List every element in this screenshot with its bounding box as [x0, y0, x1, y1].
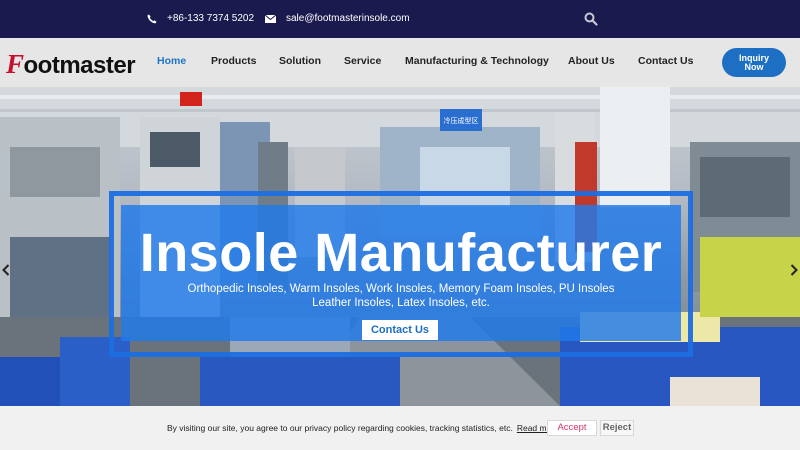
phone-number: +86-133 7374 5202 [167, 13, 255, 24]
cookie-consent-bar: By visiting our site, you agree to our p… [0, 406, 800, 450]
reject-cookies-button[interactable]: Reject [600, 420, 634, 436]
search-icon[interactable] [584, 12, 598, 26]
hero-subtitle-line2: Leather Insoles, Latex Insoles, etc. [312, 297, 490, 309]
chevron-right-icon[interactable] [790, 263, 798, 279]
nav-menu: Home Products Solution Service Manufactu… [0, 55, 800, 71]
envelope-icon [265, 14, 276, 23]
nav-item-products[interactable]: Products [211, 55, 257, 67]
phone-icon [147, 14, 157, 23]
chevron-left-icon[interactable] [2, 263, 10, 279]
hero-subtitle: Orthopedic Insoles, Warm Insoles, Work I… [121, 282, 681, 310]
email-contact[interactable]: sale@footmasterinsole.com [265, 13, 410, 24]
nav-item-solution[interactable]: Solution [279, 55, 321, 67]
nav-item-about-us[interactable]: About Us [568, 55, 615, 67]
top-contact-bar: +86-133 7374 5202 sale@footmasterinsole.… [0, 0, 800, 38]
nav-item-manufacturing-technology[interactable]: Manufacturing & Technology [405, 55, 549, 67]
nav-item-service[interactable]: Service [344, 55, 381, 67]
nav-item-contact-us[interactable]: Contact Us [638, 55, 693, 67]
accept-cookies-button[interactable]: Accept [547, 420, 597, 436]
hero-contact-us-button[interactable]: Contact Us [362, 320, 438, 340]
inquiry-label-line2: Now [744, 62, 764, 72]
factory-sign-text: 冷压成型区 [444, 116, 479, 125]
phone-contact[interactable]: +86-133 7374 5202 [147, 13, 254, 24]
nav-item-home[interactable]: Home [157, 55, 186, 67]
hero-subtitle-line1: Orthopedic Insoles, Warm Insoles, Work I… [187, 283, 615, 295]
inquiry-now-button[interactable]: Inquiry Now [722, 48, 786, 77]
cookie-message-text: By visiting our site, you agree to our p… [167, 423, 513, 433]
cookie-message: By visiting our site, you agree to our p… [167, 423, 559, 433]
main-navbar: Footmaster Home Products Solution Servic… [0, 38, 800, 87]
email-address: sale@footmasterinsole.com [286, 13, 410, 24]
hero-title: Insole Manufacturer [139, 223, 663, 283]
hero-banner: 冷压成型区 Insole Manufacturer Orthopedic Ins… [0, 87, 800, 406]
